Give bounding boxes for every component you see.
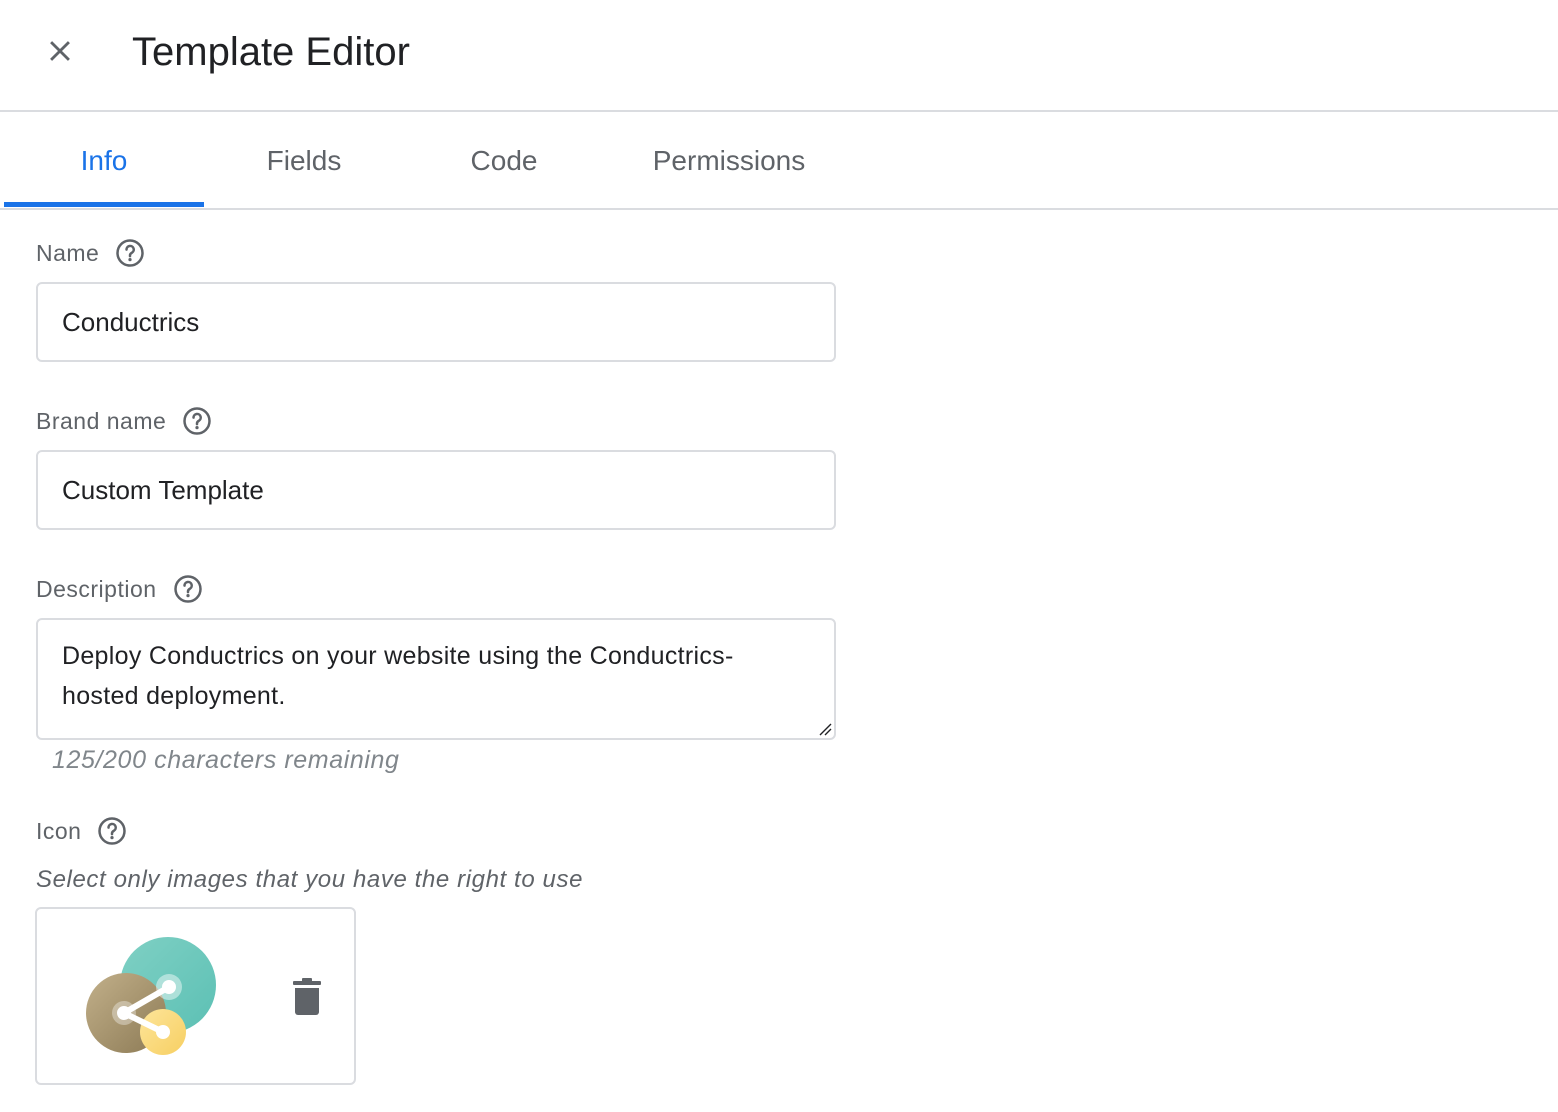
name-label: Name bbox=[36, 239, 100, 266]
trash-icon bbox=[293, 978, 321, 1015]
brand-name-label-row: Brand name bbox=[36, 401, 212, 441]
delete-icon-button[interactable] bbox=[281, 971, 333, 1023]
description-label-row: Description bbox=[36, 569, 203, 609]
tab-bar: Info Fields Code Permissions bbox=[0, 113, 1558, 210]
icon-label: Icon bbox=[36, 817, 82, 844]
description-label: Description bbox=[36, 575, 157, 602]
tab-info[interactable]: Info bbox=[4, 113, 204, 208]
help-icon[interactable] bbox=[182, 406, 212, 436]
editor-header: Template Editor bbox=[0, 0, 1558, 112]
icon-preview-box bbox=[35, 907, 356, 1085]
name-label-row: Name bbox=[36, 233, 145, 273]
character-counter: 125/200 characters remaining bbox=[52, 746, 400, 774]
brand-name-field[interactable] bbox=[36, 450, 836, 530]
brand-name-label: Brand name bbox=[36, 407, 167, 434]
active-tab-indicator bbox=[4, 202, 204, 207]
description-textarea[interactable]: Deploy Conductrics on your website using… bbox=[62, 636, 792, 716]
tab-code[interactable]: Code bbox=[404, 113, 604, 208]
tab-fields[interactable]: Fields bbox=[204, 113, 404, 208]
icon-hint: Select only images that you have the rig… bbox=[36, 866, 584, 893]
name-field[interactable] bbox=[36, 282, 836, 362]
close-button[interactable] bbox=[36, 27, 84, 75]
resize-handle-icon[interactable] bbox=[816, 720, 832, 736]
help-icon[interactable] bbox=[97, 816, 127, 846]
share-icon bbox=[86, 937, 216, 1055]
close-icon bbox=[50, 41, 70, 61]
help-icon[interactable] bbox=[115, 238, 145, 268]
help-icon[interactable] bbox=[173, 574, 203, 604]
icon-label-row: Icon bbox=[36, 811, 127, 851]
tab-permissions[interactable]: Permissions bbox=[604, 113, 854, 208]
page-title: Template Editor bbox=[132, 30, 410, 74]
description-field[interactable]: Deploy Conductrics on your website using… bbox=[36, 618, 836, 740]
name-input[interactable] bbox=[62, 284, 802, 360]
brand-name-input[interactable] bbox=[62, 452, 802, 528]
